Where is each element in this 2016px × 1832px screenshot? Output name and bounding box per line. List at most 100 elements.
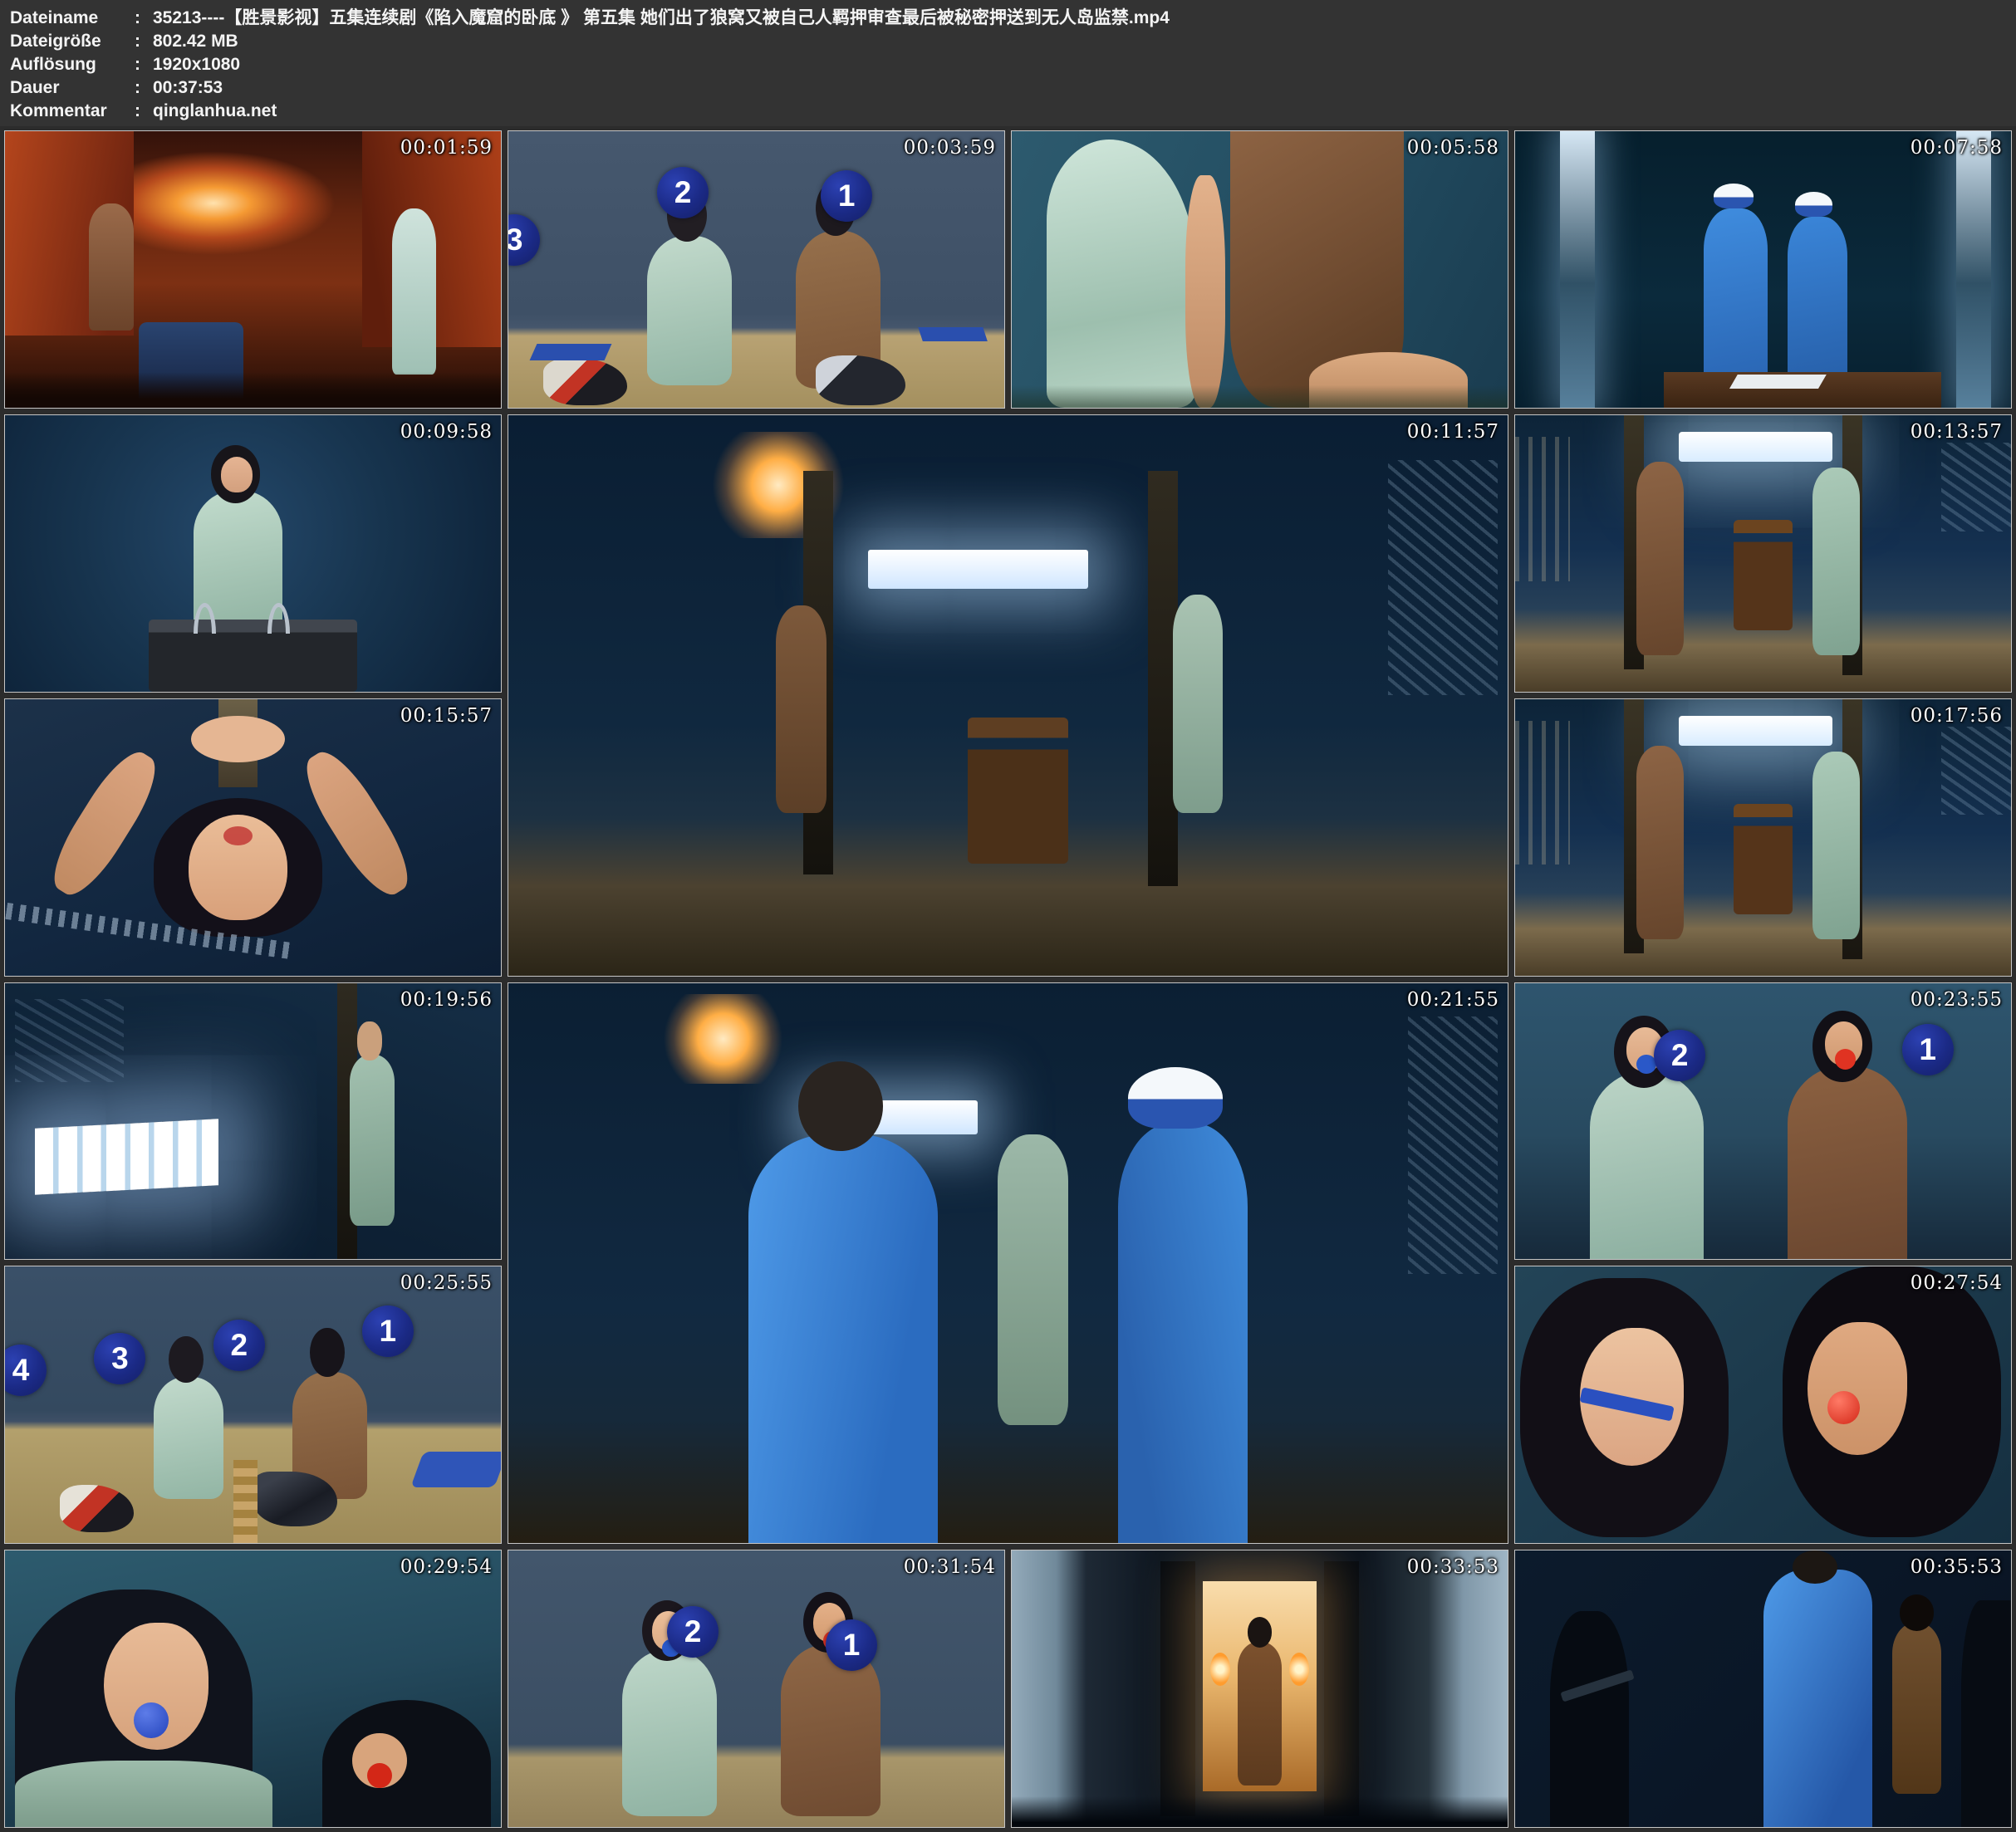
scene-layer	[233, 1460, 258, 1543]
video-thumbnail-00-07-58: 00:07:58	[1514, 130, 2012, 409]
scene-layer	[15, 999, 124, 1082]
scene-layer	[1408, 1016, 1498, 1274]
number-badge: 1	[826, 1619, 877, 1671]
scene-layer	[1941, 727, 2011, 816]
file-info-row-aufloesung: Auflösung:1920x1080	[10, 53, 2016, 76]
file-info-separator: :	[135, 7, 153, 30]
scene-layer	[149, 620, 357, 692]
scene-layer	[1047, 140, 1195, 408]
number-badge: 1	[1902, 1024, 1954, 1075]
video-thumbnail-00-09-58: 00:09:58	[4, 414, 502, 693]
scene-layer	[1679, 716, 1832, 747]
scene-layer	[1729, 375, 1827, 389]
scene-layer	[748, 1134, 939, 1543]
scene-layer	[998, 1134, 1067, 1426]
file-info-separator: :	[135, 76, 153, 100]
scene-layer	[1788, 1065, 1906, 1259]
scene-layer	[1636, 462, 1684, 655]
file-name-value: 35213----【胜景影视】五集连续剧《陷入魔窟的卧底 》 第五集 她们出了狼…	[153, 8, 1170, 27]
video-thumbnail-00-31-54: 2 1 00:31:54	[508, 1550, 1005, 1828]
timestamp-label: 00:13:57	[1911, 421, 2003, 443]
scene-layer	[1590, 1071, 1704, 1259]
scene-layer	[968, 718, 1067, 863]
timestamp-label: 00:23:55	[1911, 989, 2003, 1011]
scene-layer	[1515, 437, 1570, 580]
number-badge: 2	[1654, 1030, 1705, 1081]
scene-layer	[658, 994, 787, 1084]
timestamp-label: 00:35:53	[1911, 1556, 2003, 1578]
scene-layer	[1118, 1123, 1248, 1543]
scene-layer	[781, 1644, 880, 1815]
scene-layer	[1788, 217, 1847, 380]
scene-layer	[529, 344, 611, 360]
scene-layer	[1679, 432, 1832, 463]
scene-layer	[392, 208, 437, 375]
scene-layer	[310, 1328, 345, 1378]
video-thumbnail-00-25-55: 432100:25:55	[4, 1266, 502, 1544]
video-thumbnail-00-27-54: 00:27:54	[1514, 1266, 2012, 1544]
video-thumbnail-00-13-57: 00:13:57	[1514, 414, 2012, 693]
scene-layer	[1763, 1570, 1872, 1827]
scene-layer	[1892, 1623, 1942, 1794]
scene-layer	[1956, 131, 1991, 408]
file-info-row-kommentar: Kommentar:qinglanhua.net	[10, 100, 2016, 123]
scene-layer	[410, 1452, 502, 1487]
scene-layer	[221, 457, 253, 492]
scene-layer	[647, 236, 731, 385]
scene-layer	[1714, 184, 1754, 208]
scene-layer	[1128, 1067, 1223, 1129]
number-badge: 1	[362, 1305, 414, 1357]
video-thumbnail-00-21-55: 00:21:55	[508, 982, 1508, 1545]
scene-layer	[798, 1061, 883, 1151]
scene-layer	[622, 1650, 716, 1816]
duration-value: 00:37:53	[153, 78, 223, 97]
scene-layer	[1808, 1322, 1906, 1455]
number-badge: 2	[657, 167, 709, 218]
timestamp-label: 00:17:56	[1911, 705, 2003, 727]
timestamp-label: 00:29:54	[400, 1556, 493, 1578]
scene-layer	[1793, 1550, 1837, 1584]
file-info-separator: :	[135, 30, 153, 53]
scene-layer	[191, 716, 285, 763]
scene-layer	[169, 1336, 204, 1384]
scene-layer	[918, 327, 987, 341]
scene-layer	[1827, 1391, 1860, 1424]
scene-layer	[1636, 746, 1684, 939]
scene-layer	[1550, 1611, 1630, 1827]
video-thumbnail-00-17-56: 00:17:56	[1514, 698, 2012, 977]
video-thumbnail-00-19-56: 00:19:56	[4, 982, 502, 1261]
scene-layer	[1812, 468, 1860, 655]
scene-layer	[1704, 208, 1768, 380]
resolution-value: 1920x1080	[153, 55, 240, 74]
file-size-value: 802.42 MB	[153, 32, 238, 51]
number-badge: 4	[4, 1345, 47, 1396]
file-info-label: Dauer	[10, 76, 135, 100]
timestamp-label: 00:19:56	[400, 989, 493, 1011]
scene-layer	[1941, 443, 2011, 531]
timestamp-label: 00:33:53	[1407, 1556, 1499, 1578]
video-thumbnail-00-01-59: 00:01:59	[4, 130, 502, 409]
scene-layer	[1388, 460, 1498, 695]
scene-layer	[1173, 595, 1223, 813]
thumbnail-grid: 00:01:5932100:03:5900:05:5800:07:5800:09…	[0, 126, 2016, 1832]
scene-layer	[357, 1021, 382, 1061]
number-badge: 1	[821, 170, 872, 222]
video-thumbnail-00-11-57: 00:11:57	[508, 414, 1508, 977]
scene-layer	[1734, 804, 1793, 914]
scene-layer	[1248, 1617, 1273, 1648]
scene-layer	[15, 1761, 272, 1827]
scene-layer	[1734, 520, 1793, 630]
timestamp-label: 00:15:57	[400, 705, 493, 727]
scene-layer	[543, 358, 627, 405]
file-info-separator: :	[135, 53, 153, 76]
video-thumbnail-00-05-58: 00:05:58	[1011, 130, 1508, 409]
timestamp-label: 00:05:58	[1407, 137, 1499, 159]
file-info-label: Dateiname	[10, 7, 135, 30]
scene-layer	[5, 372, 501, 408]
scene-layer	[350, 1055, 395, 1226]
timestamp-label: 00:31:54	[904, 1556, 996, 1578]
number-badge: 3	[94, 1333, 145, 1384]
number-badge: 3	[508, 214, 540, 266]
number-badge: 2	[667, 1606, 719, 1658]
video-thumbnail-00-33-53: 00:33:53	[1011, 1550, 1508, 1828]
